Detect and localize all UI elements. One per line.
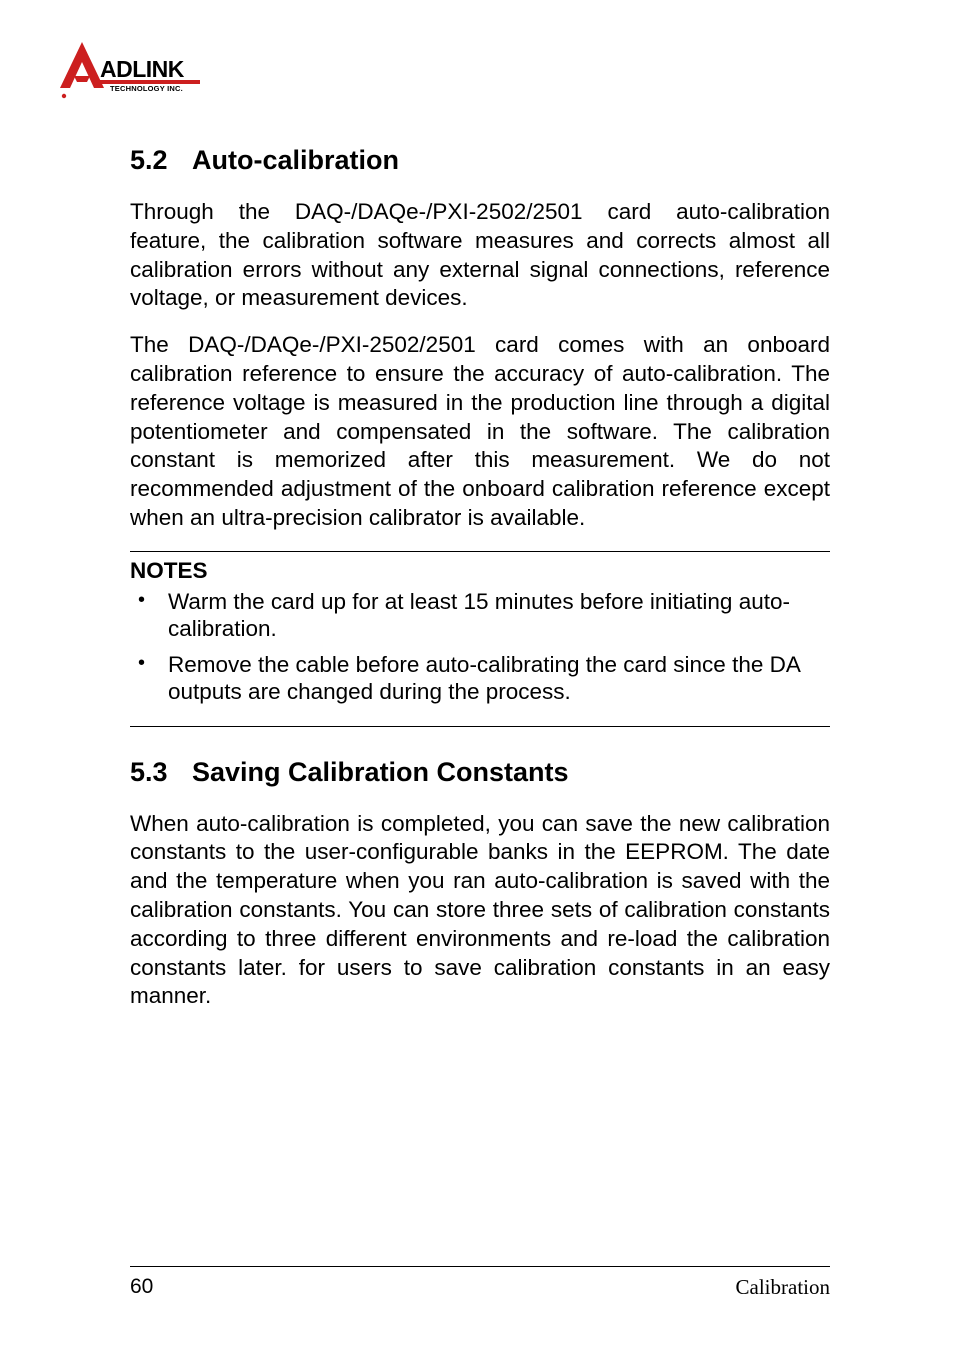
section-heading-saving-constants: 5.3 Saving Calibration Constants bbox=[130, 757, 830, 788]
section-heading-auto-calibration: 5.2 Auto-calibration bbox=[130, 145, 830, 176]
logo-tagline: TECHNOLOGY INC. bbox=[110, 84, 183, 93]
notes-label: NOTES bbox=[130, 558, 830, 584]
page-number: 60 bbox=[130, 1275, 153, 1300]
bullet-icon: • bbox=[130, 588, 168, 643]
body-paragraph: Through the DAQ-/DAQe-/PXI-2502/2501 car… bbox=[130, 198, 830, 313]
footer-label: Calibration bbox=[736, 1275, 830, 1300]
section-number: 5.2 bbox=[130, 145, 192, 176]
notes-item: • Warm the card up for at least 15 minut… bbox=[130, 588, 830, 643]
notes-item: • Remove the cable before auto-calibrati… bbox=[130, 651, 830, 706]
section-number: 5.3 bbox=[130, 757, 192, 788]
notes-box: NOTES • Warm the card up for at least 15… bbox=[130, 551, 830, 727]
body-paragraph: The DAQ-/DAQe-/PXI-2502/2501 card comes … bbox=[130, 331, 830, 533]
page-content: 5.2 Auto-calibration Through the DAQ-/DA… bbox=[130, 145, 830, 1029]
body-paragraph: When auto-calibration is completed, you … bbox=[130, 810, 830, 1012]
notes-text: Warm the card up for at least 15 minutes… bbox=[168, 588, 830, 643]
section-title: Saving Calibration Constants bbox=[192, 757, 569, 788]
section-title: Auto-calibration bbox=[192, 145, 399, 176]
logo-text: ADLINK bbox=[100, 56, 185, 82]
page-footer: 60 Calibration bbox=[130, 1266, 830, 1300]
brand-logo: ADLINK TECHNOLOGY INC. bbox=[52, 40, 202, 115]
bullet-icon: • bbox=[130, 651, 168, 706]
notes-text: Remove the cable before auto-calibrating… bbox=[168, 651, 830, 706]
